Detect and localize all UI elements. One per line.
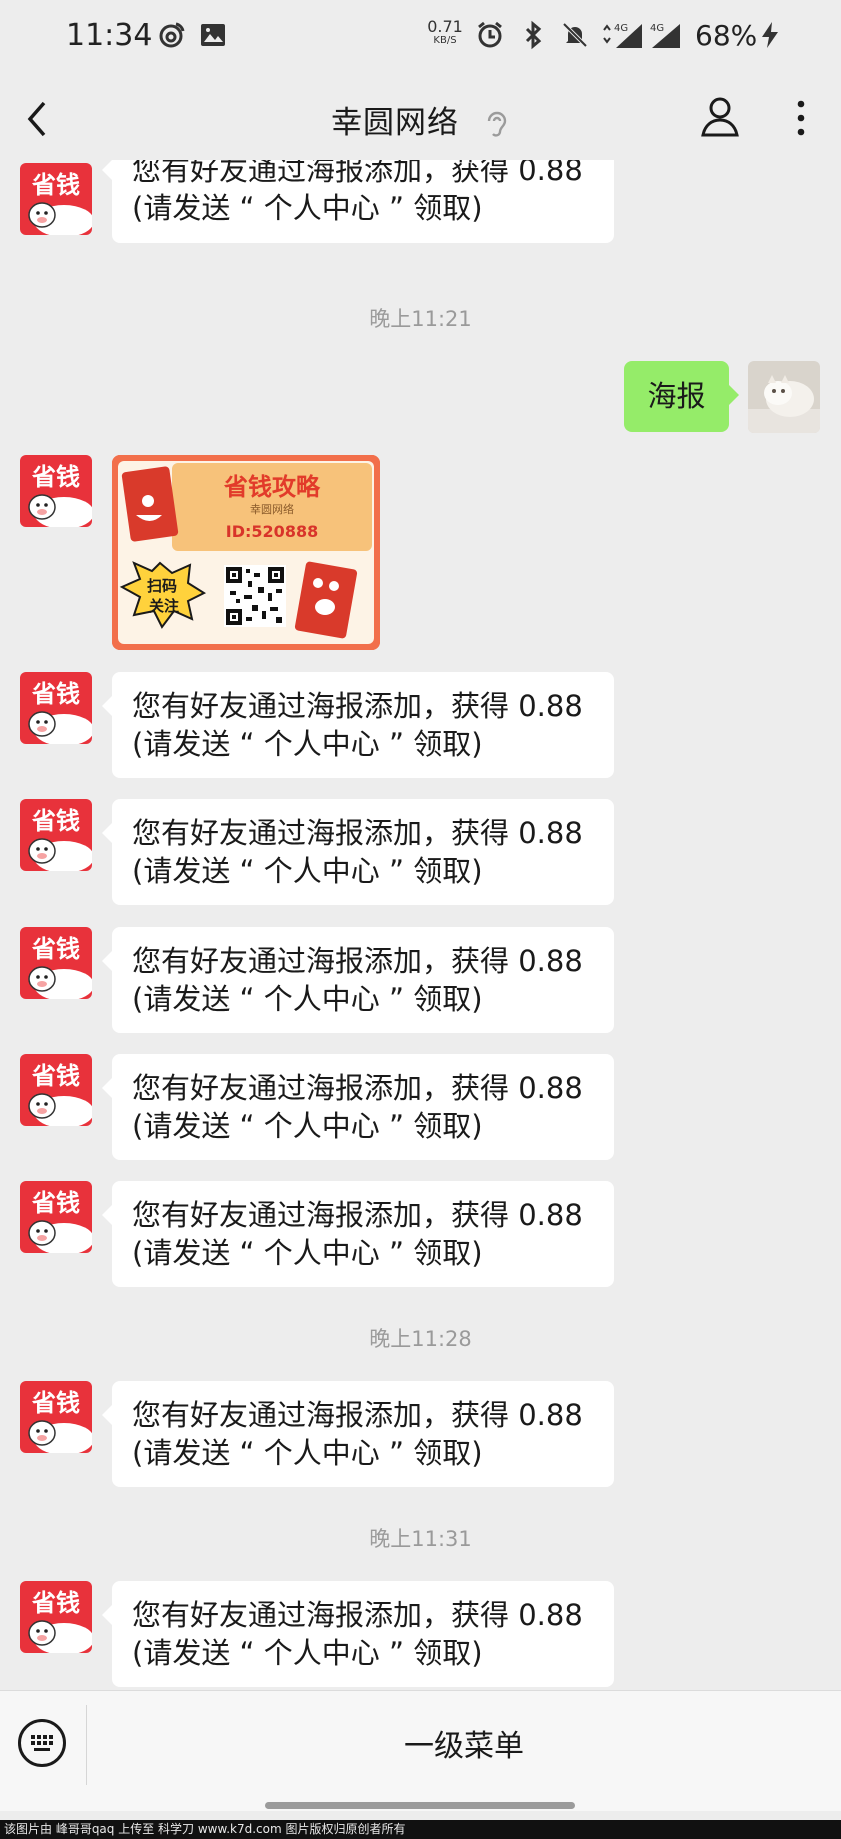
keyboard-toggle-button[interactable] <box>18 1719 66 1767</box>
official-account-menu-bar: 一级菜单 <box>0 1690 841 1811</box>
svg-text:4G: 4G <box>614 23 628 34</box>
sender-avatar[interactable]: 省钱 <box>20 1054 92 1126</box>
alarm-icon <box>478 21 502 48</box>
sender-avatar[interactable]: 省钱 <box>20 1181 92 1253</box>
mute-bell-icon <box>562 22 588 48</box>
poster-image-message[interactable]: 省钱攻略 幸圆网络 ID:520888 扫码 关注 <box>112 455 380 650</box>
svg-text:省钱: 省钱 <box>31 171 80 199</box>
contact-profile-icon[interactable] <box>700 95 740 139</box>
brand-logo-avatar-image: 省钱 <box>20 1054 92 1126</box>
message-bubble[interactable]: 您有好友通过海报添加，获得 0.88 (请发送 “ 个人中心 ” 领取) <box>102 1381 614 1487</box>
signal-4g-icon-2: 4G <box>650 23 680 48</box>
sender-avatar[interactable]: 省钱 <box>20 163 92 235</box>
status-time: 11:34 <box>66 18 153 53</box>
brand-logo-avatar-image: 省钱 <box>20 1381 92 1453</box>
svg-text:省钱攻略: 省钱攻略 <box>223 473 321 501</box>
svg-text:省钱: 省钱 <box>31 463 80 491</box>
home-indicator[interactable] <box>265 1802 575 1809</box>
svg-text:省钱: 省钱 <box>31 935 80 963</box>
message-bubble[interactable]: 您有好友通过海报添加，获得 0.88 (请发送 “ 个人中心 ” 领取) <box>102 1054 614 1160</box>
brand-logo-avatar-image: 省钱 <box>20 1181 92 1253</box>
menu-item-level1[interactable]: 一级菜单 <box>87 1721 841 1765</box>
watermark-footer: 该图片由 峰哥哥qaq 上传至 科学刀 www.k7d.com 图片版权归原创者… <box>0 1820 841 1839</box>
brand-logo-avatar-image: 省钱 <box>20 799 92 871</box>
message-bubble[interactable]: 您有好友通过海报添加，获得 0.88 (请发送 “ 个人中心 ” 领取) <box>102 1181 614 1287</box>
bluetooth-icon <box>525 20 542 50</box>
svg-text:4G: 4G <box>650 23 664 34</box>
svg-text:省钱: 省钱 <box>31 1189 80 1217</box>
sender-avatar[interactable]: 省钱 <box>20 1381 92 1453</box>
svg-text:省钱: 省钱 <box>31 680 80 708</box>
cat-photo-avatar-image <box>748 361 820 433</box>
message-bubble[interactable]: 您有好友通过海报添加，获得 0.88 (请发送 “ 个人中心 ” 领取) <box>102 799 614 905</box>
brand-logo-avatar-image: 省钱 <box>20 1581 92 1653</box>
sent-message-bubble[interactable]: 海报 <box>624 361 739 432</box>
brand-logo-avatar-image: 省钱 <box>20 927 92 999</box>
chat-header: 幸圆网络 <box>0 75 841 160</box>
brand-logo-avatar-image: 省钱 <box>20 672 92 744</box>
message-bubble[interactable]: 您有好友通过海报添加，获得 0.88 (请发送 “ 个人中心 ” 领取) <box>102 160 614 243</box>
sender-avatar[interactable]: 省钱 <box>20 1581 92 1653</box>
keyboard-icon <box>31 1735 53 1751</box>
signal-4g-icon-1: 4G <box>603 23 642 48</box>
sender-avatar[interactable]: 省钱 <box>20 672 92 744</box>
message-bubble[interactable]: 您有好友通过海报添加，获得 0.88 (请发送 “ 个人中心 ” 领取) <box>102 672 614 778</box>
earpiece-mode-icon <box>487 111 507 137</box>
gallery-notification-icon <box>201 24 225 46</box>
svg-text:扫码: 扫码 <box>147 577 177 595</box>
svg-text:省钱: 省钱 <box>31 807 80 835</box>
svg-text:ID:520888: ID:520888 <box>226 522 318 541</box>
weibo-notification-icon <box>159 22 185 48</box>
sender-avatar[interactable]: 省钱 <box>20 927 92 999</box>
brand-logo-avatar-image: 省钱 <box>20 163 92 235</box>
svg-text:关注: 关注 <box>149 597 179 615</box>
svg-text:幸圆网络: 幸圆网络 <box>250 502 294 516</box>
status-bar: 11:34 0.71 KB/S 4G 4G 68% <box>0 0 841 75</box>
self-avatar[interactable] <box>748 361 820 433</box>
svg-text:省钱: 省钱 <box>31 1589 80 1617</box>
message-bubble[interactable]: 您有好友通过海报添加，获得 0.88 (请发送 “ 个人中心 ” 领取) <box>102 1581 614 1687</box>
timestamp: 晚上11:21 <box>369 307 472 331</box>
network-speed: 0.71 KB/S <box>427 17 463 47</box>
svg-text:省钱: 省钱 <box>31 1062 80 1090</box>
more-options-icon[interactable] <box>790 97 812 139</box>
charging-icon <box>762 22 778 48</box>
sender-avatar[interactable]: 省钱 <box>20 455 92 527</box>
svg-text:省钱: 省钱 <box>31 1389 80 1417</box>
message-bubble[interactable]: 您有好友通过海报添加，获得 0.88 (请发送 “ 个人中心 ” 领取) <box>102 927 614 1033</box>
timestamp: 晚上11:28 <box>369 1327 472 1351</box>
sender-avatar[interactable]: 省钱 <box>20 799 92 871</box>
timestamp: 晚上11:31 <box>369 1527 472 1551</box>
brand-logo-avatar-image: 省钱 <box>20 455 92 527</box>
battery-percent: 68% <box>695 19 758 52</box>
message-list[interactable]: 省钱 您有好友通过海报添加，获得 0.88 (请发送 “ 个人中心 ” 领取) … <box>0 160 841 1690</box>
poster-image: 省钱攻略 幸圆网络 ID:520888 扫码 关注 <box>112 455 380 650</box>
